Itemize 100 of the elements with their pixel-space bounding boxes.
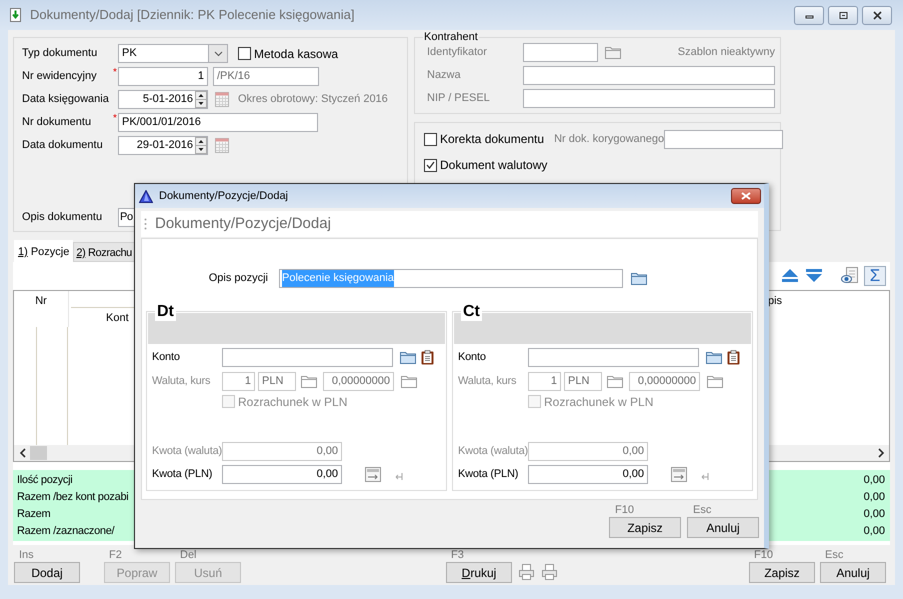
input-field[interactable] bbox=[523, 89, 775, 108]
shortcut-label: Ins bbox=[18, 548, 35, 562]
tab[interactable]: 1) Pozycje bbox=[14, 240, 74, 262]
move-down-icon[interactable] bbox=[805, 268, 823, 284]
close-icon bbox=[741, 192, 751, 200]
checkbox-label: Rozrachunek w PLN bbox=[544, 394, 654, 410]
clipboard-icon[interactable] bbox=[421, 350, 434, 365]
required-mark: * bbox=[113, 67, 118, 79]
button[interactable]: Zapisz bbox=[609, 517, 681, 538]
date-field[interactable]: 29-01-2016 bbox=[118, 136, 208, 155]
column-header: Nr bbox=[35, 294, 47, 309]
shortcut-label: Esc bbox=[692, 503, 712, 517]
document-icon bbox=[10, 8, 21, 22]
input-field[interactable] bbox=[222, 348, 393, 367]
input-field[interactable]: 0,00000000 bbox=[629, 372, 700, 391]
button[interactable]: Zapisz bbox=[749, 562, 815, 583]
maximize-button[interactable] bbox=[828, 6, 858, 24]
scroll-left-icon[interactable] bbox=[19, 448, 27, 458]
template-status: Szablon nieaktywny bbox=[678, 45, 775, 60]
section-title: Ct bbox=[461, 303, 482, 321]
input-field[interactable]: 1 bbox=[118, 67, 208, 86]
input-field[interactable]: 0,00 bbox=[528, 465, 648, 484]
close-icon bbox=[872, 10, 882, 20]
input-field[interactable]: 0,00000000 bbox=[323, 372, 394, 391]
scroll-right-icon[interactable] bbox=[877, 448, 885, 458]
window-title: Dokumenty/Dodaj [Dziennik: PK Polecenie księgowania] bbox=[30, 6, 354, 24]
input-field[interactable] bbox=[664, 130, 784, 148]
spinner-icon[interactable] bbox=[195, 137, 207, 154]
folder-icon[interactable] bbox=[607, 375, 623, 388]
input-field[interactable]: 0,00 bbox=[222, 465, 342, 484]
checkbox[interactable] bbox=[424, 132, 437, 146]
summary-value: 0,00 bbox=[864, 490, 885, 506]
input-field[interactable]: 1 bbox=[528, 372, 561, 391]
summary-label: Razem /bez kont pozabi bbox=[17, 490, 128, 506]
tab[interactable]: 2) Rozrachu bbox=[73, 242, 135, 262]
input-field[interactable]: 0,00 bbox=[222, 442, 342, 461]
folder-icon[interactable] bbox=[631, 272, 647, 285]
summary-label: Razem /zaznaczone/ bbox=[17, 524, 114, 540]
sum-button[interactable]: Σ bbox=[864, 266, 886, 286]
shortcut-label: F10 bbox=[614, 503, 635, 517]
button[interactable]: Drukuj bbox=[446, 562, 512, 583]
checkbox-label: Rozrachunek w PLN bbox=[238, 394, 348, 410]
input-field[interactable]: PLN bbox=[258, 372, 296, 391]
button[interactable]: Anuluj bbox=[820, 562, 886, 583]
field-label: Kwota (PLN) bbox=[458, 467, 518, 482]
checkbox-label: Metoda kasowa bbox=[254, 46, 338, 62]
field-label: Kwota (waluta) bbox=[458, 444, 528, 460]
spinner-icon[interactable] bbox=[195, 91, 207, 108]
close-button[interactable] bbox=[731, 188, 761, 204]
field-label: Nr ewidencyjny bbox=[22, 69, 98, 84]
folder-icon[interactable] bbox=[706, 351, 722, 364]
arrow-bar-icon[interactable] bbox=[701, 472, 710, 481]
minimize-button[interactable] bbox=[794, 6, 824, 24]
input-field[interactable] bbox=[528, 348, 699, 367]
required-mark: * bbox=[113, 113, 118, 125]
shortcut-label: F2 bbox=[108, 548, 123, 562]
printer-icon[interactable] bbox=[519, 564, 534, 580]
preview-icon[interactable] bbox=[841, 267, 858, 285]
field-label: Identyfikator bbox=[427, 45, 488, 60]
input-field[interactable] bbox=[523, 66, 775, 85]
field-label: Kwota (PLN) bbox=[152, 467, 212, 482]
clipboard-icon[interactable] bbox=[727, 350, 740, 365]
summary-value: 0,00 bbox=[864, 473, 885, 488]
checkbox[interactable] bbox=[424, 158, 437, 172]
input-field[interactable]: 0,00 bbox=[528, 442, 648, 461]
folder-icon[interactable] bbox=[707, 375, 723, 388]
input-field[interactable]: PK/001/01/2016 bbox=[118, 113, 318, 132]
triangle-icon bbox=[139, 190, 153, 202]
summary-label: Ilość pozycji bbox=[17, 473, 72, 488]
field-label: NIP / PESEL bbox=[427, 91, 491, 106]
folder-icon[interactable] bbox=[605, 46, 621, 59]
date-field[interactable]: 5-01-2016 bbox=[118, 90, 208, 109]
grip-icon[interactable] bbox=[144, 218, 147, 230]
input-field[interactable]: PLN bbox=[564, 372, 602, 391]
input-field[interactable]: /PK/16 bbox=[213, 67, 319, 86]
input-field[interactable] bbox=[523, 43, 598, 62]
column-header: Kont bbox=[106, 311, 129, 326]
close-button[interactable] bbox=[862, 6, 892, 24]
field-label: Nr dokumentu bbox=[22, 115, 92, 130]
field-label: Data księgowania bbox=[22, 92, 110, 108]
arrow-bar-icon[interactable] bbox=[395, 472, 404, 481]
checkbox-label: Dokument walutowy bbox=[440, 157, 548, 174]
shortcut-label: F3 bbox=[450, 548, 465, 562]
chevron-down-icon bbox=[214, 50, 222, 56]
folder-icon[interactable] bbox=[401, 375, 417, 388]
scrollbar-thumb[interactable] bbox=[30, 446, 47, 460]
field-label: Konto bbox=[458, 350, 486, 366]
folder-icon[interactable] bbox=[400, 351, 416, 364]
field-label: Typ dokumentu bbox=[22, 46, 98, 62]
section-title: Dt bbox=[155, 303, 176, 321]
folder-icon[interactable] bbox=[301, 375, 317, 388]
checkbox[interactable] bbox=[238, 47, 251, 60]
button[interactable]: Anuluj bbox=[687, 517, 759, 538]
dialog-heading: Dokumenty/Pozycje/Dodaj bbox=[155, 214, 331, 234]
input-field[interactable]: 1 bbox=[222, 372, 255, 391]
button[interactable]: Dodaj bbox=[14, 562, 80, 583]
printer-icon[interactable] bbox=[542, 564, 557, 580]
dialog-title: Dokumenty/Pozycje/Dodaj bbox=[159, 188, 288, 204]
move-up-icon[interactable] bbox=[781, 268, 799, 284]
combo-box[interactable]: PK bbox=[118, 44, 228, 63]
